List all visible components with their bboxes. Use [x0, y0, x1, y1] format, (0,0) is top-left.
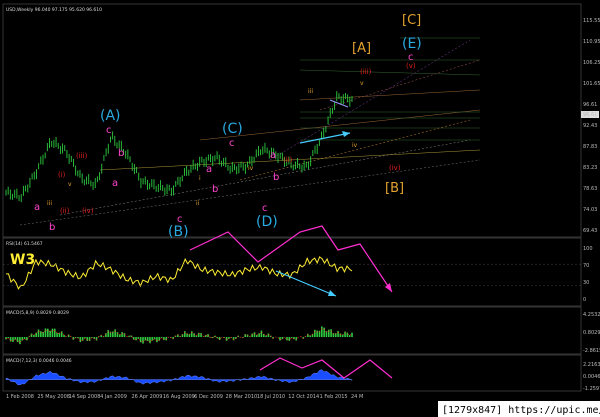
x-tick-label: 1 Feb 2015	[320, 394, 348, 400]
wave-v-2: v	[68, 181, 72, 188]
price-tick-label: 106.25	[583, 60, 600, 66]
wave-iii-red-1: (iii)	[360, 68, 372, 76]
rsi-tick-label: 30	[583, 280, 589, 286]
wave-D-blue: (D)	[256, 214, 278, 230]
wave-ii-1: ii	[196, 200, 200, 207]
wave-A-orange: [A]	[352, 41, 371, 56]
x-tick-label: 4 Jan 2009	[100, 394, 127, 400]
price-series	[5, 91, 353, 203]
macd2-area	[5, 369, 353, 386]
macd2-pane	[2, 354, 582, 392]
price-pane	[2, 3, 582, 238]
wave-ii-red-2: (ii)	[283, 156, 293, 164]
symbol-header: USD,Weekly 96.040 97.175 95.620 96.610	[6, 7, 102, 13]
rsi-tick-label: 70	[583, 263, 589, 269]
x-tick-label: 12 Oct 2014	[288, 394, 319, 400]
wave-E-blue: (E)	[402, 36, 422, 52]
macd1-signal	[5, 328, 353, 344]
time-axis: 1 Feb 2008 25 May 200814 Sep 2008 4 Jan 20…	[6, 394, 363, 400]
wave-ii-red-1: (ii)	[60, 207, 70, 215]
macd2-header: MACD(7,12,3) 0.0046 0.0046	[6, 358, 72, 364]
macd1-tick-label: 4.2532	[583, 312, 600, 318]
macd2-tick-label: 0.0046	[583, 374, 600, 380]
wave-c-2: c	[229, 138, 235, 149]
price-tick-label: 101.65	[583, 81, 600, 87]
last-price-label: 96.61	[583, 112, 597, 118]
wave-v-1: v	[360, 80, 364, 87]
chart-window: USD,Weekly 96.040 97.175 95.620 96.610 R…	[0, 0, 600, 417]
wave-B-blue: (B)	[168, 224, 189, 240]
x-tick-label: 18 Jul 2010	[257, 394, 285, 400]
wave-C-blue: (C)	[222, 121, 243, 137]
wave-i-1: i	[199, 175, 201, 182]
wave-B-orange: [B]	[385, 181, 404, 196]
x-tick-label: 26 Apr 2009	[131, 394, 162, 400]
rsi-tick-label: 0	[583, 297, 586, 303]
rsi-pane	[2, 237, 582, 307]
wave-b-2: b	[118, 148, 124, 159]
x-tick-label: 28 Mar 2010	[226, 394, 258, 400]
x-tick-label: 24 M	[351, 394, 363, 400]
x-tick-label: 25 May 2008	[37, 394, 70, 400]
x-tick-label: 14 Sep 2008	[69, 394, 101, 400]
rsi-tick-label: 100	[583, 246, 593, 252]
wave-iii-2: iii	[47, 200, 52, 207]
price-tick-label: 83.23	[583, 165, 597, 171]
rsi-w3-label: W3	[10, 252, 35, 268]
x-tick-label: 6 Dec 2009	[194, 394, 223, 400]
price-tick-label: 74.03	[583, 207, 597, 213]
wave-iv-1: iv	[352, 142, 358, 149]
macd1-pane	[2, 306, 582, 355]
wave-iii-red-2: (iii)	[76, 152, 88, 160]
rsi-series: 100 70 30 0	[3, 246, 593, 303]
wave-a-1: a	[34, 202, 40, 213]
rsi-line	[6, 256, 353, 290]
wave-v-red-1: (v)	[406, 62, 416, 70]
wave-c-1: c	[106, 125, 112, 136]
watermark-text: [1279x847] https://upic.me/	[442, 405, 600, 416]
wave-a-2: a	[112, 178, 118, 189]
rsi-header: RSI(14) 61.5467	[6, 241, 43, 247]
price-axis: 115.55 110.95 106.25 101.65 96.61 92.43 87.83 8…	[581, 18, 600, 234]
price-tick-label: 78.63	[583, 186, 597, 192]
wave-a-3: a	[206, 164, 212, 175]
price-tick-label: 110.95	[583, 39, 600, 45]
wave-a-4: a	[270, 150, 276, 161]
wave-A-blue: (A)	[100, 108, 121, 124]
wave-iv-red-2: (iv)	[82, 207, 94, 215]
x-tick-label: 1 Feb 2008	[6, 394, 34, 400]
projection-arrows	[189, 99, 393, 379]
macd1-header: MACD(5,8,9) 0.8029 0.8029	[6, 310, 69, 316]
wave-iv-2: iv	[248, 165, 254, 172]
price-tick-label: 115.55	[583, 18, 600, 24]
macd2-tick-label: 2.2163	[583, 362, 600, 368]
wave-i-red-1: (i)	[58, 171, 66, 179]
wave-c-5: c	[177, 214, 183, 225]
wave-b-1: b	[49, 222, 55, 233]
wave-C-orange: [C]	[402, 13, 421, 28]
price-tick-label: 92.43	[583, 123, 597, 129]
price-tick-label: 87.83	[583, 144, 597, 150]
wave-b-3: b	[212, 184, 218, 195]
macd1-tick-label: 0.8029	[583, 330, 600, 336]
price-tick-label: 69.43	[583, 228, 597, 234]
x-tick-label: 16 Aug 2009	[163, 394, 195, 400]
macd1-tick-label: -2.8615	[583, 348, 600, 354]
chart-svg: USD,Weekly 96.040 97.175 95.620 96.610 R…	[2, 3, 600, 417]
macd1-series: 4.2532 0.8029 -2.8615	[5, 312, 600, 354]
macd2-series: 2.2163 0.0046 -1.2597	[5, 362, 600, 392]
price-tick-label: 96.61	[583, 102, 597, 108]
wave-iv-red-1: (iv)	[389, 164, 401, 172]
wave-b-4: b	[273, 172, 279, 183]
wave-iii-1: iii	[308, 88, 313, 95]
wave-c-4: c	[262, 203, 268, 214]
macd2-tick-label: -1.2597	[583, 386, 600, 392]
